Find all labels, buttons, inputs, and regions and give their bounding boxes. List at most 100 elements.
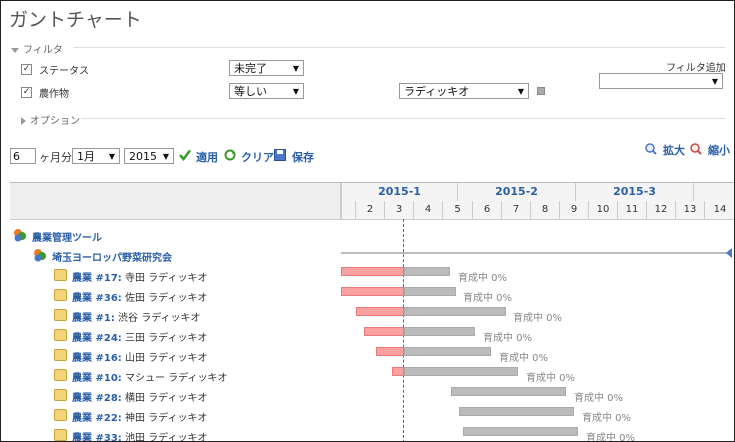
day-header: 13 <box>675 201 704 219</box>
gantt-subject-header <box>10 183 341 220</box>
month-header: 2015-1 <box>341 183 457 201</box>
add-filter-select[interactable]: ▼ <box>599 73 723 89</box>
apply-link[interactable]: 適用 <box>196 149 218 165</box>
save-link[interactable]: 保存 <box>292 149 314 165</box>
add-filter-label: フィルタ追加 <box>666 63 726 74</box>
issue-row[interactable]: 農業 #22: 神田 ラディッキオ <box>72 409 207 424</box>
issue-id: 農業 #16: <box>72 353 122 364</box>
month-header: 2015-2 <box>457 183 575 201</box>
status-filter-checkbox[interactable]: ✓ <box>21 64 32 75</box>
planned-bar <box>404 267 450 276</box>
issue-id: 農業 #24: <box>72 333 122 344</box>
months-input[interactable]: 6 <box>10 148 36 164</box>
gantt-timeline-header: 2015-1 2015-2 2015-3 2 3 4 5 6 7 8 9 10 … <box>341 183 734 220</box>
dropdown-arrow-icon: ▼ <box>292 87 299 96</box>
gantt-window: ガントチャート フィルタ ✓ ステータス 未完了 ▼ ✓ 農作物 等しい ▼ ラディ… <box>0 0 735 442</box>
month-select[interactable]: 1月 ▼ <box>72 148 120 164</box>
issue-row[interactable]: 農業 #24: 三田 ラディッキオ <box>72 329 207 344</box>
overdue-bar <box>356 307 404 316</box>
day-header: 9 <box>559 201 588 219</box>
issue-name: 三田 ラディッキオ <box>124 333 208 344</box>
crop-operator-select[interactable]: 等しい ▼ <box>229 83 304 99</box>
clear-link[interactable]: クリア <box>241 149 274 165</box>
year-select-value: 2015 <box>129 150 157 163</box>
issue-icon <box>54 309 67 321</box>
refresh-icon[interactable] <box>224 149 236 161</box>
issue-row[interactable]: 農業 #28: 横田 ラディッキオ <box>72 389 207 404</box>
issue-row[interactable]: 農業 #17: 寺田 ラディッキオ <box>72 269 207 284</box>
planned-bar <box>404 327 475 336</box>
issue-id: 農業 #22: <box>72 413 122 424</box>
page-title: ガントチャート <box>9 9 142 31</box>
issue-row[interactable]: 農業 #1: 渋谷 ラディッキオ <box>72 309 201 324</box>
issue-icon <box>54 409 67 421</box>
filter-toggle[interactable]: フィルタ <box>11 41 63 56</box>
issue-status: 育成中 0% <box>499 353 549 364</box>
options-divider <box>81 118 725 119</box>
issue-id: 農業 #17: <box>72 273 122 284</box>
planned-bar <box>404 307 506 316</box>
issue-name: 池田 ラディッキオ <box>124 433 208 442</box>
issue-status: 育成中 0% <box>458 273 508 284</box>
dropdown-arrow-icon: ▼ <box>108 152 115 161</box>
status-operator-select[interactable]: 未完了 ▼ <box>229 60 304 76</box>
months-value: 6 <box>13 150 20 163</box>
status-operator-value: 未完了 <box>234 62 267 75</box>
issue-row[interactable]: 農業 #33: 池田 ラディッキオ <box>72 429 208 442</box>
project-link[interactable]: 農業管理ツール <box>32 229 102 244</box>
planned-bar <box>459 407 574 416</box>
year-select[interactable]: 2015 ▼ <box>124 148 174 164</box>
issue-icon <box>54 429 67 441</box>
check-icon[interactable] <box>179 149 191 161</box>
issue-icon <box>54 369 67 381</box>
collapse-arrow-icon <box>11 47 19 53</box>
issue-row[interactable]: 農業 #36: 佐田 ラディッキオ <box>72 289 207 304</box>
crop-value: ラディッキオ <box>404 85 470 98</box>
dropdown-arrow-icon: ▼ <box>162 152 169 161</box>
remove-filter-icon[interactable] <box>537 87 545 95</box>
options-legend: オプション <box>30 116 80 127</box>
crop-operator-value: 等しい <box>234 85 267 98</box>
issue-name: 横田 ラディッキオ <box>124 393 208 404</box>
issue-name: 寺田 ラディッキオ <box>124 273 208 284</box>
issue-status: 育成中 0% <box>586 433 636 442</box>
issue-status: 育成中 0% <box>463 293 513 304</box>
zoom-out-link[interactable]: 縮小 <box>708 142 730 158</box>
day-header: 11 <box>617 201 646 219</box>
overdue-bar <box>341 287 404 296</box>
crop-filter-label: 農作物 <box>39 89 69 100</box>
subproject-icon <box>34 249 46 262</box>
day-header <box>341 201 355 219</box>
zoom-in-link[interactable]: 拡大 <box>663 142 685 158</box>
crop-value-select[interactable]: ラディッキオ ▼ <box>399 83 529 99</box>
options-toggle[interactable]: オプション <box>21 112 80 127</box>
zoom-in-icon[interactable] <box>645 143 657 155</box>
planned-bar <box>404 347 491 356</box>
dropdown-arrow-icon: ▼ <box>711 77 718 86</box>
project-name: 農業管理ツール <box>32 233 102 244</box>
issue-row[interactable]: 農業 #10: マシュー ラディッキオ <box>72 369 227 384</box>
milestone-marker-icon <box>726 248 732 258</box>
issue-row[interactable]: 農業 #16: 山田 ラディッキオ <box>72 349 207 364</box>
gantt-chart: 2015-1 2015-2 2015-3 2 3 4 5 6 7 8 9 10 … <box>10 182 734 442</box>
day-header: 10 <box>588 201 617 219</box>
planned-bar <box>404 367 518 376</box>
zoom-out-icon[interactable] <box>690 143 702 155</box>
issue-id: 農業 #33: <box>72 433 122 442</box>
issue-id: 農業 #1: <box>72 313 115 324</box>
overdue-bar <box>392 367 404 376</box>
crop-filter-checkbox[interactable]: ✓ <box>21 87 32 98</box>
filter-legend: フィルタ <box>23 45 63 56</box>
issue-icon <box>54 329 67 341</box>
issue-name: 山田 ラディッキオ <box>124 353 208 364</box>
save-icon[interactable] <box>274 149 286 161</box>
subproject-bar <box>341 252 731 254</box>
months-suffix: ヶ月分 <box>39 151 72 164</box>
issue-icon <box>54 269 67 281</box>
month-header: 2015-3 <box>575 183 693 201</box>
day-header: 5 <box>442 201 472 219</box>
issue-status: 育成中 0% <box>574 393 624 404</box>
planned-bar <box>463 427 578 436</box>
issue-id: 農業 #28: <box>72 393 122 404</box>
subproject-link[interactable]: 埼玉ヨーロッパ野菜研究会 <box>52 249 172 264</box>
